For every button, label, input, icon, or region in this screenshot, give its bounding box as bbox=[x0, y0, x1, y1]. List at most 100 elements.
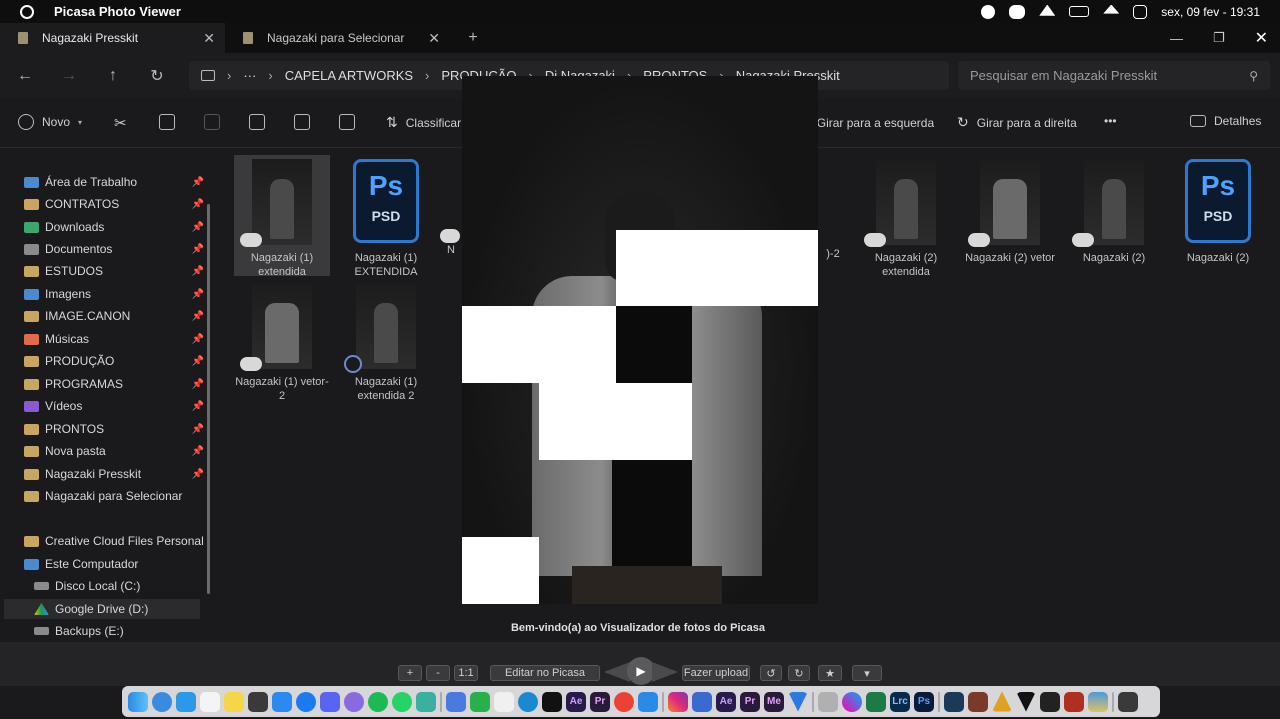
messenger-icon[interactable] bbox=[296, 691, 316, 712]
close-tab-icon[interactable]: ✕ bbox=[428, 30, 440, 47]
apple-menu-icon[interactable] bbox=[20, 4, 34, 19]
slideshow-play-button[interactable]: ▶ bbox=[627, 657, 655, 685]
sidebar-item-creative-cloud[interactable]: Creative Cloud Files Personal Ac bbox=[24, 531, 204, 551]
next-arrow-icon[interactable] bbox=[652, 662, 678, 682]
sidebar-item-este-computador[interactable]: Este Computador bbox=[24, 554, 204, 574]
copy-button[interactable] bbox=[159, 114, 175, 130]
file-item[interactable]: )-2 bbox=[818, 155, 848, 261]
battery-icon[interactable] bbox=[1069, 6, 1090, 17]
steam-tray-icon[interactable] bbox=[981, 4, 996, 19]
premiere-icon[interactable]: Pr bbox=[590, 691, 610, 712]
red-app-icon[interactable] bbox=[1064, 691, 1084, 712]
sidebar-item-prontos[interactable]: PRONTOS 📌 bbox=[24, 419, 204, 439]
drive-tray-icon[interactable] bbox=[1039, 4, 1056, 16]
file-item[interactable]: Nagazaki (1) extendida bbox=[234, 155, 330, 278]
sidebar-item-programas[interactable]: PROGRAMAS 📌 bbox=[24, 374, 204, 394]
eject-icon[interactable] bbox=[1103, 4, 1120, 14]
sidebar-item-desktop[interactable]: Área de Trabalho 📌 bbox=[24, 172, 204, 192]
steam-icon[interactable] bbox=[944, 691, 964, 712]
sidebar-item-nova-pasta[interactable]: Nova pasta 📌 bbox=[24, 441, 204, 461]
zoom-out-button[interactable]: - bbox=[426, 665, 450, 681]
lightroom-icon[interactable]: Lrc bbox=[890, 691, 910, 712]
sidebar-item-image-canon[interactable]: IMAGE.CANON 📌 bbox=[24, 306, 204, 326]
instagram-icon[interactable] bbox=[668, 691, 688, 712]
safari-icon[interactable] bbox=[152, 691, 172, 712]
sidebar-item-contratos[interactable]: CONTRATOS 📌 bbox=[24, 194, 204, 214]
details-button[interactable]: Detalhes bbox=[1190, 114, 1261, 128]
sidebar-scrollbar[interactable] bbox=[207, 204, 210, 594]
cut-button[interactable]: ✂ bbox=[114, 114, 127, 132]
refresh-button[interactable]: ↻ bbox=[135, 66, 179, 86]
photo-viewer[interactable] bbox=[462, 76, 818, 604]
actual-size-button[interactable]: 1:1 bbox=[454, 665, 478, 681]
minimize-button[interactable]: — bbox=[1170, 31, 1183, 46]
stickies-icon[interactable] bbox=[224, 691, 244, 712]
appstore-icon[interactable] bbox=[272, 691, 292, 712]
up-button[interactable]: ↑ bbox=[91, 67, 135, 85]
new-tab-button[interactable]: + bbox=[458, 23, 488, 53]
new-button[interactable]: Novo ▾ bbox=[18, 114, 82, 130]
sidebar-item-nagazaki-para-selecionar[interactable]: Nagazaki para Selecionar bbox=[24, 486, 204, 506]
capcut-icon[interactable] bbox=[542, 691, 562, 712]
calculator-icon[interactable] bbox=[248, 691, 268, 712]
chatgpt-icon[interactable] bbox=[416, 691, 436, 712]
finder-icon[interactable] bbox=[128, 691, 148, 712]
search-box[interactable]: Pesquisar em Nagazaki Presskit ⚲ bbox=[958, 61, 1270, 90]
close-tab-icon[interactable]: ✕ bbox=[203, 30, 215, 47]
rotate-right-button[interactable]: ↻ Girar para a direita bbox=[957, 114, 1077, 131]
marker-icon[interactable] bbox=[1016, 691, 1036, 712]
paste-button[interactable] bbox=[204, 114, 220, 130]
file-item[interactable]: Nagazaki (1) vetor-2 bbox=[234, 279, 330, 403]
messages-icon[interactable] bbox=[344, 691, 364, 712]
cloud-tray-icon[interactable] bbox=[1009, 4, 1026, 19]
sort-button[interactable]: ⇅ Classificar bbox=[386, 114, 461, 131]
black-app-icon[interactable] bbox=[1040, 691, 1060, 712]
trash-icon[interactable] bbox=[1118, 691, 1138, 712]
tab-nagazaki-presskit[interactable]: Nagazaki Presskit ✕ bbox=[0, 23, 225, 53]
after-effects-icon[interactable]: Ae bbox=[566, 691, 586, 712]
media-encoder-icon[interactable]: Me bbox=[764, 691, 784, 712]
numbers-icon[interactable] bbox=[470, 691, 490, 712]
back-button[interactable]: ← bbox=[3, 67, 47, 85]
rename-button[interactable] bbox=[249, 114, 265, 130]
premiere-2-icon[interactable]: Pr bbox=[740, 691, 760, 712]
sidebar-item-nagazaki-presskit[interactable]: Nagazaki Presskit 📌 bbox=[24, 464, 204, 484]
file-item[interactable]: Nagazaki (2) bbox=[1066, 155, 1162, 265]
sidebar-item-documentos[interactable]: Documentos 📌 bbox=[24, 239, 204, 259]
sidebar-item-producao[interactable]: PRODUÇÃO 📌 bbox=[24, 351, 204, 371]
file-item[interactable]: Nagazaki (2) vetor bbox=[962, 155, 1058, 265]
upload-button[interactable]: Fazer upload bbox=[682, 665, 750, 681]
more-options-button[interactable]: ••• bbox=[1104, 114, 1117, 128]
file-item[interactable]: N bbox=[440, 155, 462, 257]
share-button[interactable] bbox=[294, 114, 310, 130]
file-item[interactable]: Nagazaki (2) extendida bbox=[858, 155, 954, 279]
spotify-icon[interactable] bbox=[368, 691, 388, 712]
maximize-button[interactable]: ❐ bbox=[1213, 30, 1225, 46]
files-icon[interactable] bbox=[446, 691, 466, 712]
more-button[interactable]: ▾ bbox=[852, 665, 882, 681]
photos-icon[interactable] bbox=[842, 691, 862, 712]
rotate-cw-button[interactable]: ↻ bbox=[788, 665, 810, 681]
discord-icon[interactable] bbox=[320, 691, 340, 712]
edit-in-picasa-button[interactable]: Editar no Picasa bbox=[490, 665, 600, 681]
file-item[interactable]: Nagazaki (1) extendida 2 bbox=[338, 279, 434, 403]
sidebar-item-musicas[interactable]: Músicas 📌 bbox=[24, 329, 204, 349]
finder-2-icon[interactable] bbox=[638, 691, 658, 712]
vpn-icon[interactable] bbox=[788, 691, 808, 712]
notes-icon[interactable] bbox=[200, 691, 220, 712]
game-2-icon[interactable] bbox=[992, 691, 1012, 712]
sidebar-item-imagens[interactable]: Imagens 📌 bbox=[24, 284, 204, 304]
edge-icon[interactable] bbox=[518, 691, 538, 712]
zoom-in-button[interactable]: + bbox=[398, 665, 422, 681]
clock[interactable]: sex, 09 fev - 19:31 bbox=[1161, 5, 1260, 19]
system-icon[interactable] bbox=[818, 691, 838, 712]
sidebar-item-downloads[interactable]: Downloads 📌 bbox=[24, 217, 204, 237]
file-item[interactable]: Ps PSD Nagazaki (1) EXTENDIDA bbox=[338, 155, 434, 279]
app-name[interactable]: Picasa Photo Viewer bbox=[54, 4, 181, 19]
cloud-icon[interactable] bbox=[176, 691, 196, 712]
close-window-button[interactable]: ✕ bbox=[1255, 28, 1268, 48]
after-effects-2-icon[interactable]: Ae bbox=[716, 691, 736, 712]
sidebar-item-estudos[interactable]: ESTUDOS 📌 bbox=[24, 261, 204, 281]
whatsapp-icon[interactable] bbox=[392, 691, 412, 712]
tab-nagazaki-para-selecionar[interactable]: Nagazaki para Selecionar ✕ bbox=[225, 23, 450, 53]
